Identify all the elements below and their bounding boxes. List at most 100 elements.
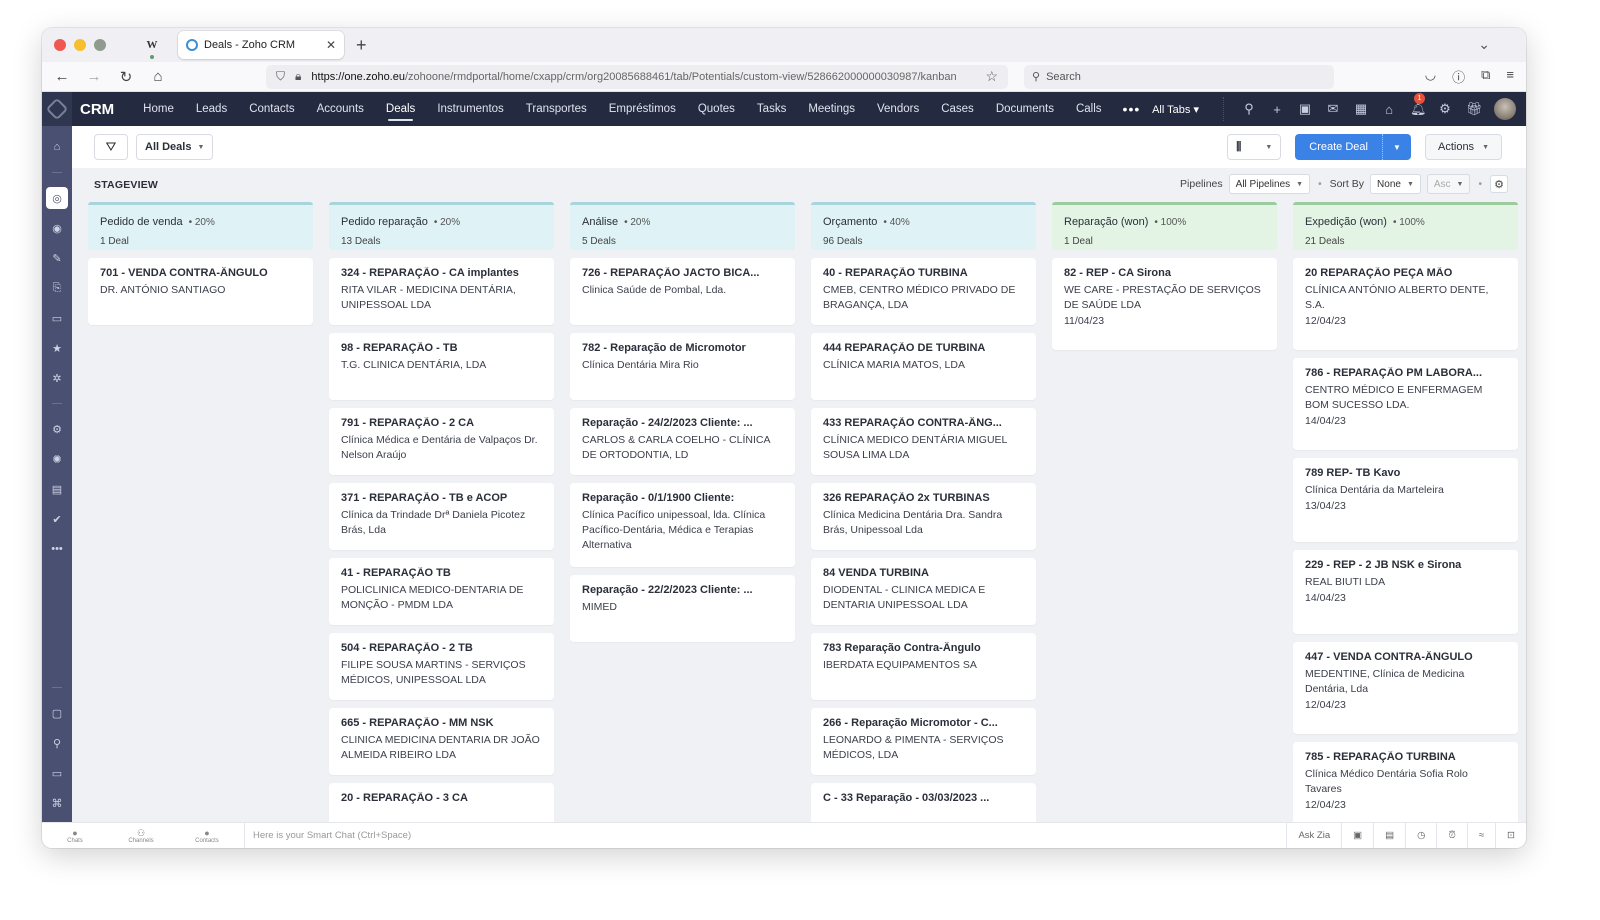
ask-zia-button[interactable]: Ask Zia (1286, 823, 1341, 848)
deal-card[interactable]: 84 VENDA TURBINA DIODENTAL - CLINICA MEDI… (811, 558, 1036, 625)
more-modules-icon[interactable]: ••• (46, 538, 68, 560)
close-tab-icon[interactable]: ✕ (326, 38, 336, 52)
feeds-icon[interactable]: ▭ (46, 762, 68, 784)
deal-card[interactable]: 447 - VENDA CONTRA-ÂNGULO MEDENTINE, Clín… (1293, 642, 1518, 734)
stage-header[interactable]: Reparação (won) • 100% 1 Deal (1052, 202, 1277, 250)
deal-card[interactable]: 726 - REPARAÇÃO JACTO BICA... Clinica Saú… (570, 258, 795, 325)
deal-card[interactable]: Reparação - 24/2/2023 Cliente: ... CARLOS… (570, 408, 795, 475)
approvals-icon[interactable]: ✔ (46, 508, 68, 530)
contact-card-icon[interactable]: ▣ (1341, 823, 1373, 848)
deal-card[interactable]: 785 - REPARAÇÃO TURBINA Clínica Médico De… (1293, 742, 1518, 822)
deal-card[interactable]: 324 - REPARAÇÃO - CA implantes RITA VILAR… (329, 258, 554, 325)
contacts-tab[interactable]: ● Contacts (174, 828, 240, 844)
create-deal-button[interactable]: Create Deal (1295, 134, 1383, 160)
nav-emprestimos[interactable]: Empréstimos (609, 103, 676, 115)
zia-icon[interactable]: ≈ (1466, 823, 1495, 848)
back-button[interactable]: ← (54, 68, 70, 85)
marketplace-icon[interactable]: ⌂ (1382, 102, 1396, 117)
nav-leads[interactable]: Leads (196, 103, 227, 115)
nav-documents[interactable]: Documents (996, 103, 1054, 115)
deal-card[interactable]: 98 - REPARAÇÃO - TB T.G. CLINICA DENTÁRIA… (329, 333, 554, 400)
deal-card[interactable]: 791 - REPARAÇÃO - 2 CA Clínica Médica e D… (329, 408, 554, 475)
deal-name[interactable]: 326 REPARAÇÃO 2x TURBINAS (823, 492, 1024, 504)
deal-name[interactable]: 41 - REPARAÇÃO TB (341, 567, 542, 579)
new-tab-button[interactable]: + (356, 35, 367, 56)
sales-icon[interactable]: ◎ (46, 187, 68, 209)
deal-name[interactable]: 20 - REPARAÇÃO - 3 CA (341, 792, 542, 804)
forward-button[interactable]: → (86, 68, 102, 85)
deal-card[interactable]: 229 - REP - 2 JB NSK e Sirona REAL BIUTI … (1293, 550, 1518, 634)
browser-tab-active[interactable]: Deals - Zoho CRM ✕ (178, 31, 344, 59)
deal-name[interactable]: 786 - REPARAÇÃO PM LABORA... (1305, 367, 1506, 379)
deal-card[interactable]: 41 - REPARAÇÃO TB POLICLINICA MEDICO-DENT… (329, 558, 554, 625)
reports-icon[interactable]: ▤ (46, 478, 68, 500)
view-selector-dropdown[interactable]: All Deals ▼ (136, 134, 214, 160)
deal-name[interactable]: 266 - Reparação Micromotor - C... (823, 717, 1024, 729)
deal-name[interactable]: 20 REPARAÇÃO PEÇA MÃO (1305, 267, 1506, 279)
pocket-icon[interactable]: ◡ (1425, 67, 1436, 86)
nav-more-button[interactable]: ••• (1123, 101, 1141, 117)
stage-header[interactable]: Expedição (won) • 100% 21 Deals (1293, 202, 1518, 250)
password-manager-icon[interactable]: ⓘ (1452, 67, 1465, 86)
sort-order-select[interactable]: Asc ▼ (1426, 174, 1471, 194)
close-window-button[interactable] (54, 39, 66, 51)
sort-by-select[interactable]: None ▼ (1370, 174, 1421, 194)
deal-card[interactable]: 444 REPARAÇÃO DE TURBINA CLÍNICA MARIA MA… (811, 333, 1036, 400)
deal-card[interactable]: 266 - Reparação Micromotor - C... LEONARD… (811, 708, 1036, 775)
create-deal-dropdown-icon[interactable]: ▼ (1383, 143, 1411, 152)
browser-search-field[interactable]: ⚲ Search (1024, 64, 1334, 89)
nav-deals[interactable]: Deals (386, 103, 415, 121)
deal-name[interactable]: 84 VENDA TURBINA (823, 567, 1024, 579)
deal-name[interactable]: 82 - REP - CA Sirona (1064, 267, 1265, 279)
activity-chart-icon[interactable]: ▣ (1298, 101, 1312, 117)
calendar-icon[interactable]: ▦ (1354, 101, 1368, 117)
deal-card[interactable]: 433 REPARAÇÃO CONTRA-ÂNG... CLÍNICA MEDIC… (811, 408, 1036, 475)
deal-name[interactable]: 324 - REPARAÇÃO - CA implantes (341, 267, 542, 279)
gift-icon[interactable]: 🎁︎ (1466, 101, 1483, 117)
deal-name[interactable]: Reparação - 24/2/2023 Cliente: ... (582, 417, 783, 429)
add-icon[interactable]: + (1270, 102, 1284, 117)
deal-name[interactable]: Reparação - 22/2/2023 Cliente: ... (582, 584, 783, 596)
channels-tab[interactable]: ⚇ Channels (108, 828, 174, 844)
deal-card[interactable]: C - 33 Reparação - 03/03/2023 ... (811, 783, 1036, 822)
activities-icon[interactable]: ◉ (46, 217, 68, 239)
nav-instrumentos[interactable]: Instrumentos (437, 103, 503, 115)
deal-card[interactable]: 20 REPARAÇÃO PEÇA MÃO CLÍNICA ANTÓNIO ALB… (1293, 258, 1518, 350)
deal-card[interactable]: Reparação - 0/1/1900 Cliente: Clínica Pac… (570, 483, 795, 567)
deal-name[interactable]: 791 - REPARAÇÃO - 2 CA (341, 417, 542, 429)
deal-name[interactable]: 789 REP- TB Kavo (1305, 467, 1506, 479)
alarm-icon[interactable]: ⏰︎ (1436, 823, 1466, 848)
notes-icon[interactable]: ▤ (1373, 823, 1405, 848)
nav-accounts[interactable]: Accounts (317, 103, 364, 115)
nav-meetings[interactable]: Meetings (808, 103, 855, 115)
deal-name[interactable]: 371 - REPARAÇÃO - TB e ACOP (341, 492, 542, 504)
deal-card[interactable]: 665 - REPARAÇÃO - MM NSK CLINICA MEDICINA… (329, 708, 554, 775)
deal-card[interactable]: 504 - REPARAÇÃO - 2 TB FILIPE SOUSA MARTI… (329, 633, 554, 700)
deal-card[interactable]: 20 - REPARAÇÃO - 3 CA (329, 783, 554, 822)
reviews-icon[interactable]: ★ (46, 337, 68, 359)
user-avatar[interactable] (1494, 98, 1516, 120)
home-button[interactable]: ⌂ (150, 68, 166, 85)
actions-dropdown[interactable]: Actions ▼ (1424, 134, 1502, 160)
deal-name[interactable]: 444 REPARAÇÃO DE TURBINA (823, 342, 1024, 354)
notifications-bell-icon[interactable]: 🔔︎ 1 (1410, 93, 1427, 117)
deal-card[interactable]: 786 - REPARAÇÃO PM LABORA... CENTRO MÉDIC… (1293, 358, 1518, 450)
mail-icon[interactable]: ✉ (1326, 101, 1340, 117)
smart-chat-input[interactable]: Here is your Smart Chat (Ctrl+Space) (244, 823, 1284, 848)
badge-icon[interactable]: ✺ (46, 448, 68, 470)
extensions-icon[interactable]: ⧉ (1481, 67, 1490, 86)
kanban-view-switcher[interactable]: ⫼ ▼ (1227, 134, 1282, 160)
deal-name[interactable]: 98 - REPARAÇÃO - TB (341, 342, 542, 354)
filter-button[interactable]: ⛛ (94, 134, 128, 160)
deal-card[interactable]: Reparação - 22/2/2023 Cliente: ... MIMED (570, 575, 795, 642)
nav-contacts[interactable]: Contacts (249, 103, 294, 115)
zoho-one-logo-icon[interactable] (42, 92, 72, 126)
cart-icon[interactable]: ⊡ (1495, 823, 1526, 848)
nav-cases[interactable]: Cases (941, 103, 974, 115)
deal-name[interactable]: 785 - REPARAÇÃO TURBINA (1305, 751, 1506, 763)
minimize-window-button[interactable] (74, 39, 86, 51)
marketing-icon[interactable]: ✎ (46, 247, 68, 269)
deal-card[interactable]: 371 - REPARAÇÃO - TB e ACOP Clínica da Tr… (329, 483, 554, 550)
stage-header[interactable]: Análise • 20% 5 Deals (570, 202, 795, 250)
bookmark-star-icon[interactable]: ☆ (985, 68, 998, 85)
